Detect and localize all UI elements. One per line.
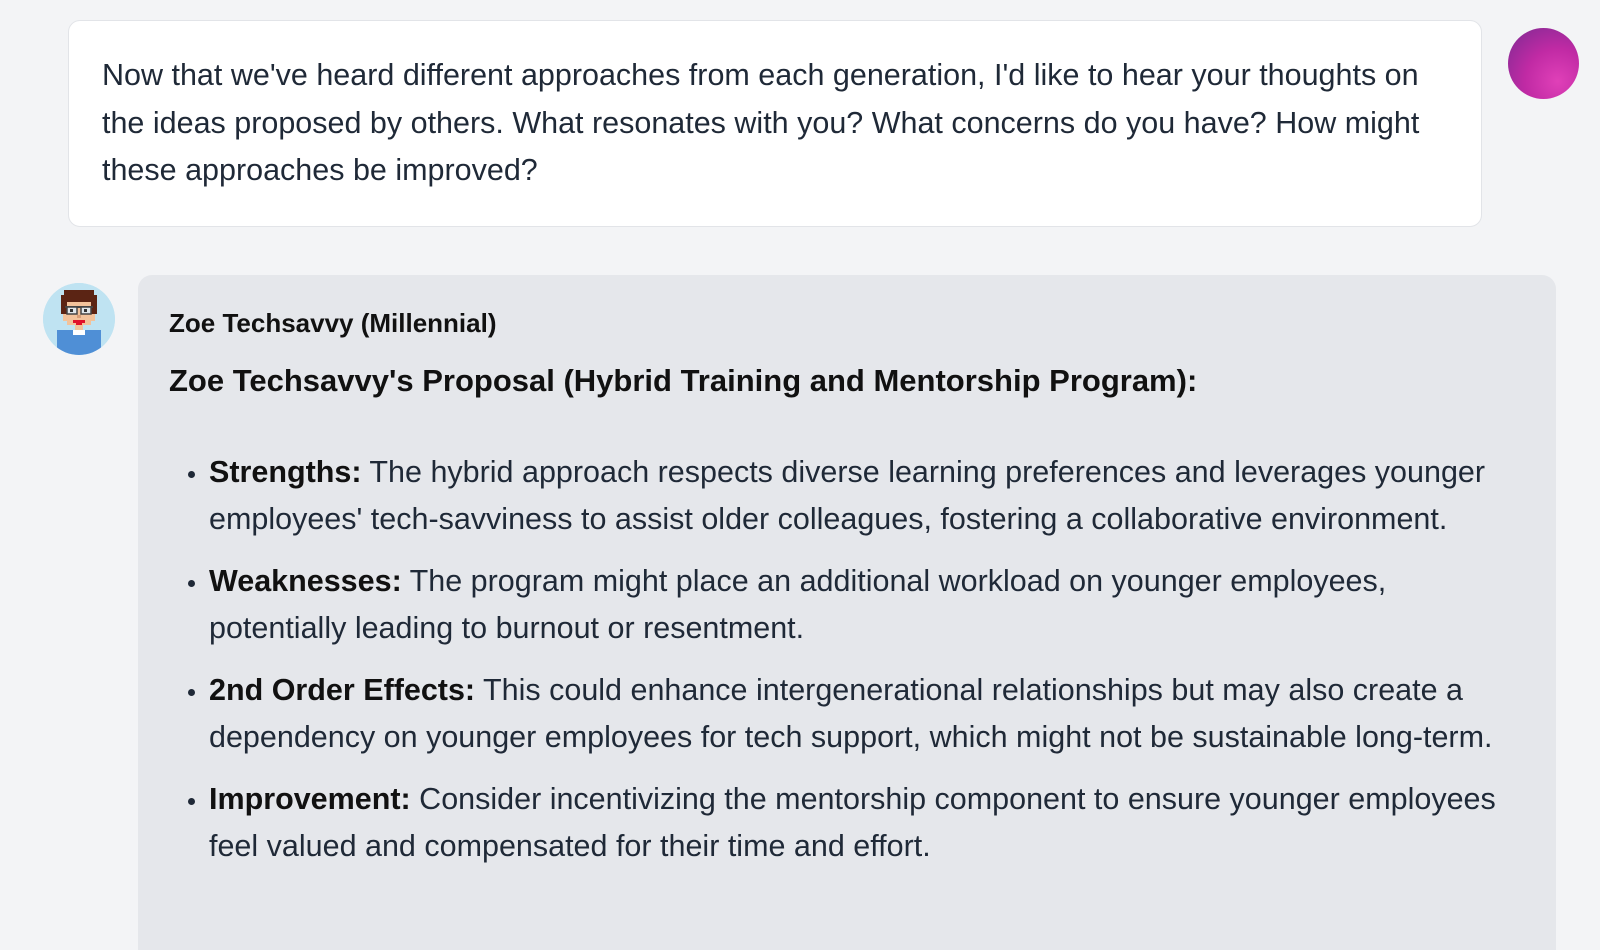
list-item-label: Improvement: <box>209 782 411 816</box>
list-item-label: Weaknesses: <box>209 564 402 598</box>
list-item-weaknesses: Weaknesses: The program might place an a… <box>209 558 1516 652</box>
evaluation-list: Strengths: The hybrid approach respects … <box>169 449 1516 870</box>
assistant-message: Zoe Techsavvy (Millennial) Zoe Techsavvy… <box>138 275 1556 950</box>
list-item-label: 2nd Order Effects: <box>209 673 476 707</box>
assistant-avatar[interactable] <box>43 283 115 355</box>
list-item-improvement: Improvement: Consider incentivizing the … <box>209 776 1516 870</box>
user-message: Now that we've heard different approache… <box>68 20 1482 227</box>
chat-page: Now that we've heard different approache… <box>0 0 1600 950</box>
list-item-2nd-order-effects: 2nd Order Effects: This could enhance in… <box>209 667 1516 761</box>
speaker-name: Zoe Techsavvy (Millennial) <box>169 308 497 338</box>
pixel-character-icon <box>43 283 115 355</box>
proposal-heading: Zoe Techsavvy's Proposal (Hybrid Trainin… <box>169 363 1198 398</box>
user-message-text: Now that we've heard different approache… <box>102 58 1420 187</box>
list-item-label: Strengths: <box>209 455 362 489</box>
list-item-strengths: Strengths: The hybrid approach respects … <box>209 449 1516 543</box>
list-item-text: The hybrid approach respects diverse lea… <box>209 455 1486 536</box>
user-avatar[interactable] <box>1508 28 1579 99</box>
